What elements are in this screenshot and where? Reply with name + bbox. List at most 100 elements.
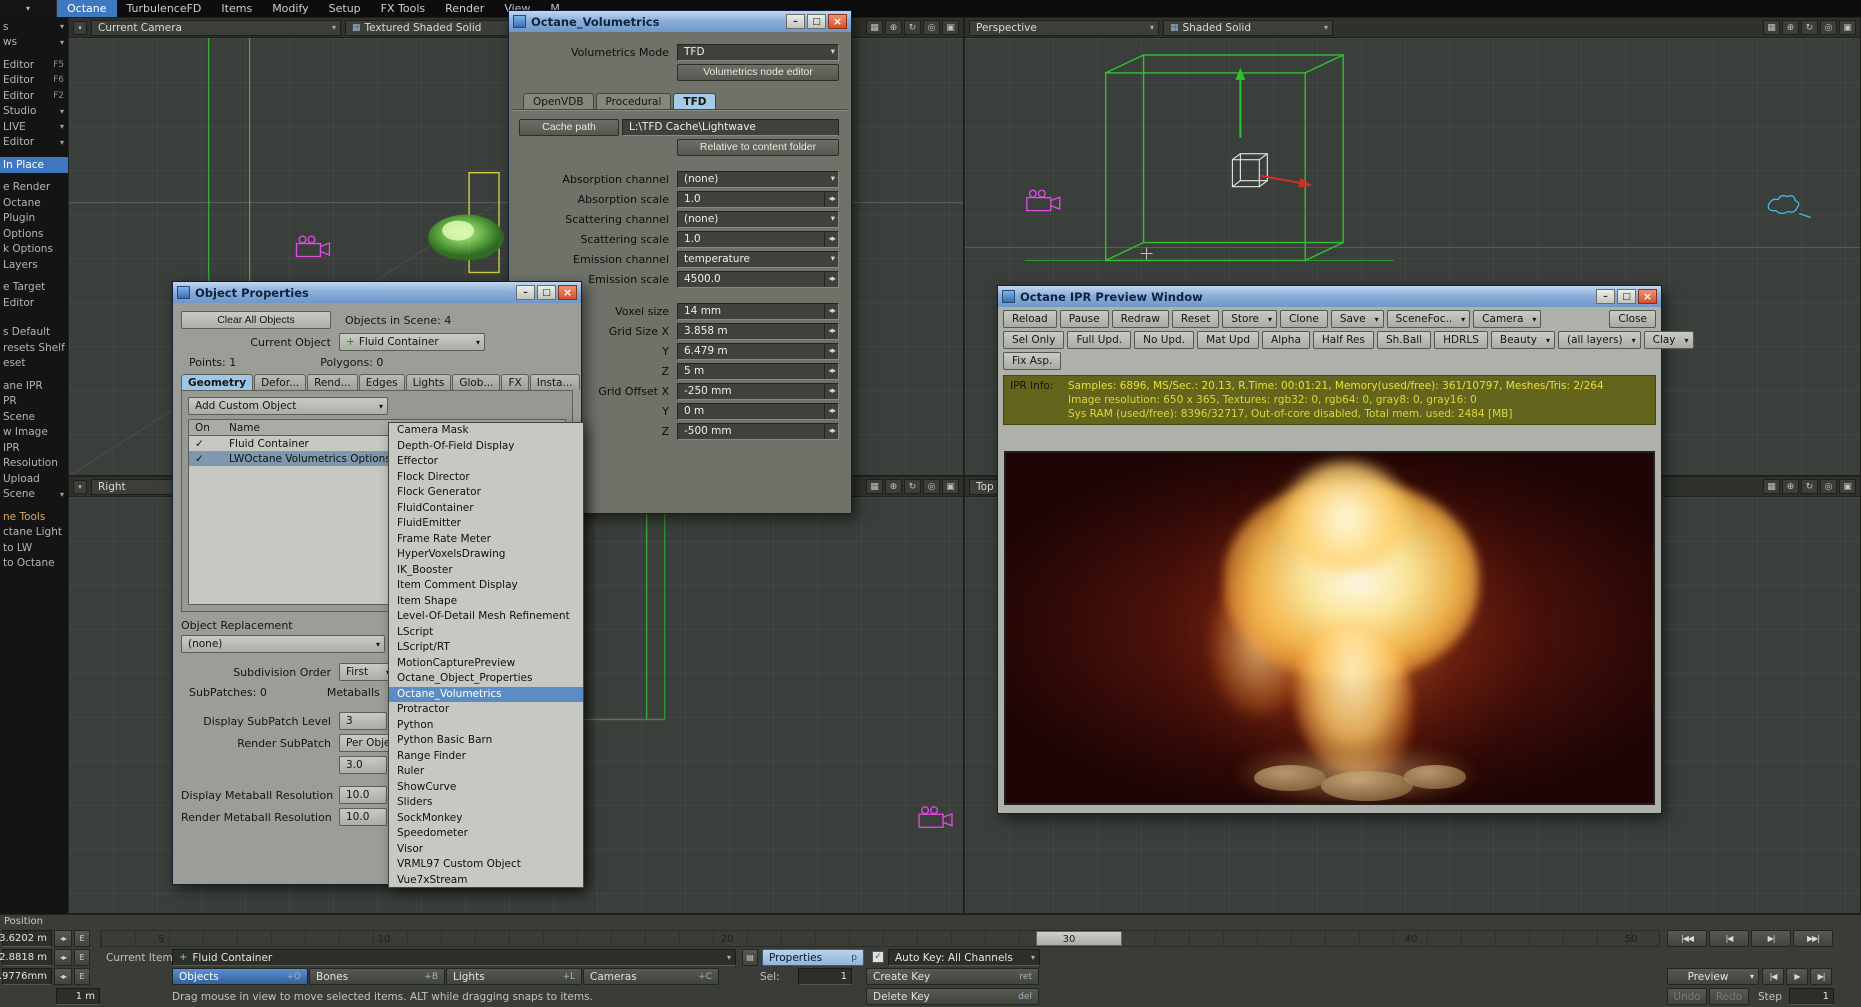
popup-list-item[interactable]: Vue7xStream	[389, 873, 583, 889]
popup-list-item[interactable]: Octane_Volumetrics	[389, 686, 583, 702]
beauty-pass-dropdown[interactable]: Beauty	[1490, 331, 1555, 349]
octane-parameter-field[interactable]: (none)	[677, 210, 839, 228]
maximize-icon[interactable]: ▣	[942, 479, 959, 494]
sidebar-item[interactable]: Editor F2	[0, 88, 68, 104]
hdrls-button[interactable]: HDRLS	[1434, 331, 1488, 349]
popup-list-item[interactable]: Octane_Object_Properties	[389, 671, 583, 687]
popup-list-item[interactable]: Effector	[389, 454, 583, 470]
autokey-select[interactable]: Auto Key: All Channels	[888, 949, 1040, 966]
sidebar-item[interactable]	[0, 318, 68, 325]
popup-list-item[interactable]: Ruler	[389, 764, 583, 780]
stepper-arrows-icon[interactable]	[824, 363, 835, 379]
sidebar-item[interactable]: resets Shelf	[0, 340, 68, 356]
octane-grid-field[interactable]: 0 m	[677, 402, 839, 420]
sidebar-item[interactable]: to Octane	[0, 556, 68, 572]
layers-dropdown[interactable]: (all layers)	[1557, 331, 1641, 349]
popup-list-item[interactable]: LScript/RT	[389, 640, 583, 656]
sidebar-item[interactable]: e Render	[0, 180, 68, 196]
stepper-arrows-icon[interactable]	[824, 423, 835, 439]
pan-icon[interactable]: ⊕	[885, 479, 902, 494]
delete-key-button[interactable]: Delete Key del	[866, 988, 1039, 1005]
menu-item[interactable]: Modify	[262, 0, 318, 17]
sidebar-item[interactable]: Octane	[0, 195, 68, 211]
sidebar-item[interactable]: s Default	[0, 325, 68, 341]
clay-dropdown[interactable]: Clay	[1643, 331, 1694, 349]
prev-keyframe-button[interactable]: |◀	[1709, 930, 1749, 947]
reset-button[interactable]: Reset	[1171, 310, 1220, 328]
object-properties-tab[interactable]: Defor...	[254, 374, 307, 390]
popup-list-item[interactable]: Depth-Of-Field Display	[389, 439, 583, 455]
sidebar-item[interactable]: LIVE	[0, 119, 68, 135]
edit-mode-button[interactable]: Objects +O	[172, 968, 308, 985]
pan-icon[interactable]: ⊕	[1782, 479, 1799, 494]
menu-item[interactable]: Items	[211, 0, 262, 17]
properties-button[interactable]: Properties p	[762, 949, 864, 966]
mat-update-button[interactable]: Mat Upd	[1197, 331, 1260, 349]
no-update-button[interactable]: No Upd.	[1134, 331, 1195, 349]
popup-list-item[interactable]: Flock Generator	[389, 485, 583, 501]
perspective-shading-select[interactable]: ▦ Shaded Solid	[1163, 19, 1333, 36]
go-last-frame-button[interactable]: ▶▶|	[1793, 930, 1833, 947]
popup-list-item[interactable]: Visor	[389, 842, 583, 858]
sidebar-item[interactable]: ctane Light	[0, 525, 68, 541]
sidebar-item[interactable]: Scene	[0, 409, 68, 425]
go-first-frame-button[interactable]: |◀◀	[1667, 930, 1707, 947]
maximize-button[interactable]	[537, 285, 556, 300]
sidebar-item[interactable]: IPR	[0, 440, 68, 456]
object-properties-tab[interactable]: FX	[501, 374, 529, 390]
sel-only-button[interactable]: Sel Only	[1003, 331, 1065, 349]
object-properties-tab[interactable]: Glob...	[452, 374, 501, 390]
enabled-check-icon[interactable]: ✓	[189, 453, 225, 465]
popup-list-item[interactable]: Protractor	[389, 702, 583, 718]
cache-path-field[interactable]: L:\TFD Cache\Lightwave	[622, 118, 839, 136]
pan-icon[interactable]: ⊕	[1782, 20, 1799, 35]
zoom-icon[interactable]: ◎	[923, 479, 940, 494]
popup-list-item[interactable]: MotionCapturePreview	[389, 656, 583, 672]
close-button[interactable]	[1638, 289, 1657, 304]
chevron-down-icon[interactable]	[831, 172, 835, 187]
sidebar-item[interactable]	[0, 173, 68, 180]
sidebar-item[interactable]	[0, 50, 68, 57]
x-envelope-button[interactable]: E	[74, 930, 90, 947]
preview-first-button[interactable]: |◀	[1762, 968, 1784, 985]
sidebar-item[interactable]: Options	[0, 226, 68, 242]
popup-list-item[interactable]: HyperVoxelsDrawing	[389, 547, 583, 563]
sidebar-item[interactable]: Upload	[0, 471, 68, 487]
y-envelope-button[interactable]: E	[74, 949, 90, 966]
maximize-button[interactable]	[807, 14, 826, 29]
position-z-field[interactable]: 54.9776mm	[0, 968, 52, 985]
sidebar-item[interactable]: Resolution	[0, 456, 68, 472]
cache-path-button[interactable]: Cache path	[519, 118, 619, 136]
popup-list-item[interactable]: Item Comment Display	[389, 578, 583, 594]
minimize-button[interactable]	[786, 14, 805, 29]
display-subpatch-field[interactable]: 3	[339, 712, 387, 730]
popup-list-item[interactable]: Level-Of-Detail Mesh Refinement	[389, 609, 583, 625]
menu-item[interactable]: FX Tools	[371, 0, 435, 17]
zoom-icon[interactable]: ◎	[1820, 20, 1837, 35]
sidebar-item[interactable]: s	[0, 19, 68, 35]
grid-icon[interactable]: ▦	[866, 479, 883, 494]
camera-dropdown[interactable]: Camera	[1473, 310, 1542, 328]
redo-button[interactable]: Redo	[1709, 988, 1749, 1005]
orbit-icon[interactable]: ↻	[904, 479, 921, 494]
menu-item[interactable]: TurbulenceFD	[117, 0, 212, 17]
x-stepper-icon[interactable]	[54, 930, 72, 947]
sidebar-item[interactable]: Plugin	[0, 211, 68, 227]
object-properties-tab[interactable]: Geometry	[181, 374, 254, 390]
zoom-icon[interactable]: ◎	[923, 20, 940, 35]
stepper-arrows-icon[interactable]	[824, 231, 835, 247]
store-dropdown[interactable]: Store	[1222, 310, 1278, 328]
volumetrics-node-editor-button[interactable]: Volumetrics node editor	[677, 63, 839, 81]
z-stepper-icon[interactable]	[54, 968, 72, 985]
popup-list-item[interactable]: Frame Rate Meter	[389, 532, 583, 548]
stepper-arrows-icon[interactable]	[824, 343, 835, 359]
fix-aspect-button[interactable]: Fix Asp.	[1003, 352, 1062, 370]
viewport-menu-icon[interactable]: ▾	[73, 479, 87, 494]
object-replacement-select[interactable]: (none)	[181, 635, 385, 653]
octane-grid-field[interactable]: -250 mm	[677, 382, 839, 400]
sidebar-item[interactable]: k Options	[0, 242, 68, 258]
popup-list-item[interactable]: Speedometer	[389, 826, 583, 842]
scene-focus-dropdown[interactable]: SceneFoc..	[1386, 310, 1471, 328]
stepper-arrows-icon[interactable]	[824, 191, 835, 207]
orbit-icon[interactable]: ↻	[904, 20, 921, 35]
